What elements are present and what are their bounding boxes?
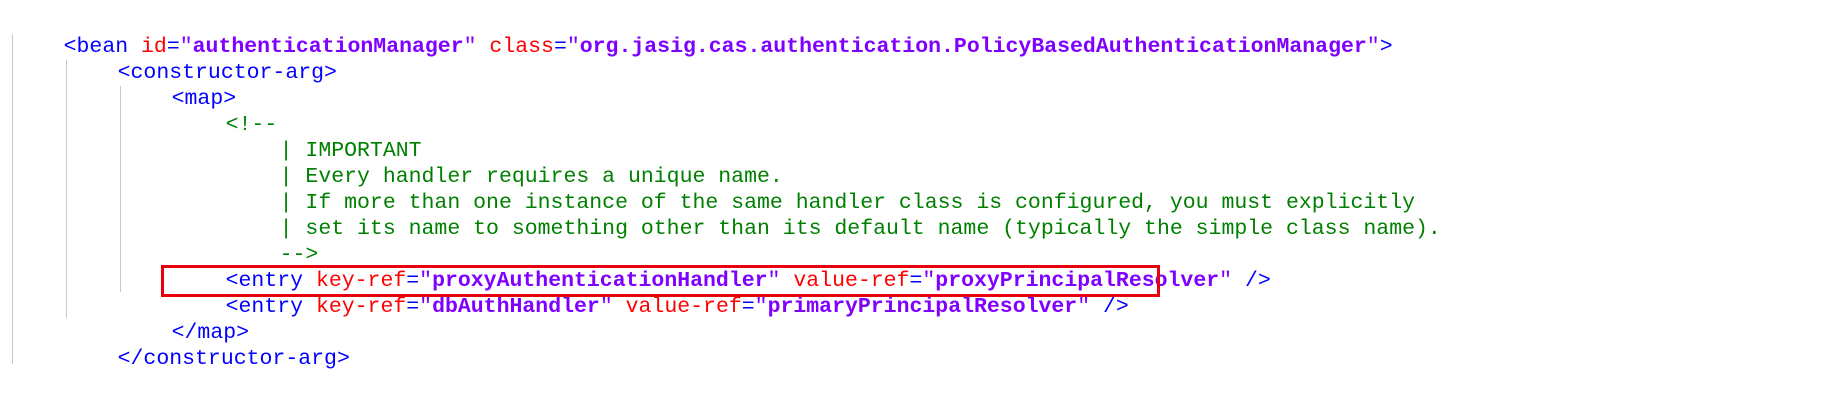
comment-line: | IMPORTANT bbox=[279, 139, 422, 163]
comment-line: | Every handler requires a unique name. bbox=[279, 165, 783, 189]
attr-key-ref: key-ref bbox=[315, 295, 407, 319]
comment-line: | If more than one instance of the same … bbox=[279, 191, 1415, 215]
tag-entry-close: /> bbox=[1103, 295, 1129, 319]
value-value-ref: primaryPrincipalResolver bbox=[767, 295, 1078, 319]
tag-bean-close: > bbox=[1379, 35, 1393, 59]
code-line-constructor-arg-close: </constructor-arg> bbox=[66, 320, 350, 371]
highlight-box bbox=[161, 265, 1160, 297]
code-line-comment-close: --> bbox=[228, 216, 319, 267]
code-line-constructor-arg-open: <constructor-arg> bbox=[66, 34, 337, 85]
comment-line: | set its name to something other than i… bbox=[279, 217, 1441, 241]
tag-constructor-arg-close: </constructor-arg> bbox=[117, 347, 350, 371]
code-line-comment-open: <!-- bbox=[174, 86, 278, 137]
code-line-map-open: <map> bbox=[120, 60, 237, 111]
value-key-ref: dbAuthHandler bbox=[432, 295, 600, 319]
code-line-bean: <bean id="authenticationManager" class="… bbox=[63, 35, 1393, 59]
code-line-map-close: </map> bbox=[120, 294, 249, 345]
tag-entry-close: /> bbox=[1244, 269, 1271, 293]
attr-class: class bbox=[489, 35, 554, 59]
xml-code-editor: <bean id="authenticationManager" class="… bbox=[0, 0, 1835, 418]
value-class: org.jasig.cas.authentication.PolicyBased… bbox=[579, 35, 1367, 59]
attr-value-ref: value-ref bbox=[625, 295, 742, 319]
